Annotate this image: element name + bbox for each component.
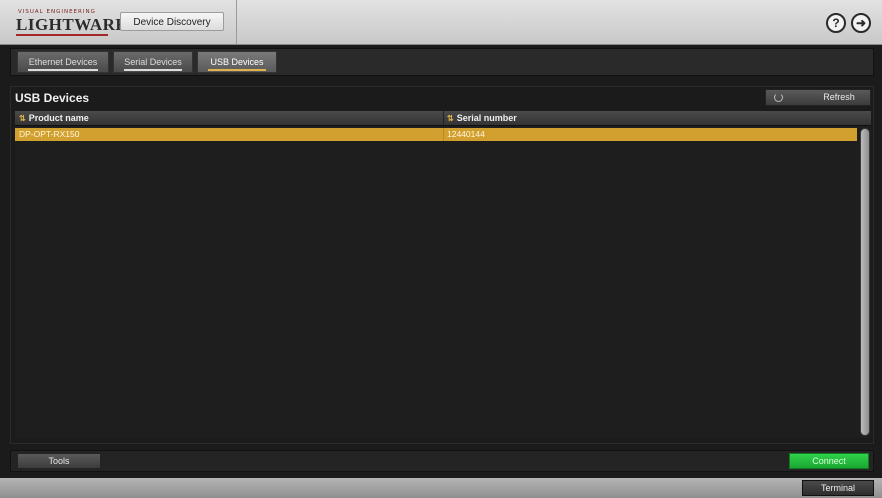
- tab-underline: [124, 69, 182, 71]
- device-type-tabbar: Ethernet Devices Serial Devices USB Devi…: [10, 48, 874, 76]
- sort-icon: ⇅: [19, 114, 26, 123]
- device-discovery-button[interactable]: Device Discovery: [120, 12, 224, 31]
- status-footer: Terminal: [0, 478, 882, 498]
- column-header-serial-number[interactable]: ⇅ Serial number: [447, 111, 517, 125]
- usb-devices-panel: USB Devices Refresh ⇅ Product name ⇅ Seria…: [10, 86, 874, 444]
- exit-arrow-icon[interactable]: ➜: [851, 13, 871, 33]
- column-label: Serial number: [456, 113, 517, 123]
- cell-divider: [443, 128, 444, 141]
- serial-number-cell: 12440144: [447, 129, 485, 139]
- column-label: Product name: [28, 113, 89, 123]
- vertical-scrollbar[interactable]: [860, 128, 870, 436]
- scrollbar-thumb[interactable]: [861, 129, 869, 435]
- tab-label: Ethernet Devices: [28, 57, 98, 67]
- tab-serial-devices[interactable]: Serial Devices: [113, 51, 193, 73]
- logo-text: LIGHTWARE: [16, 15, 128, 34]
- refresh-button[interactable]: Refresh: [765, 89, 871, 106]
- terminal-button[interactable]: Terminal: [802, 480, 874, 496]
- question-circle-icon[interactable]: ?: [826, 13, 846, 33]
- refresh-label: Refresh: [823, 92, 855, 102]
- table-header: ⇅ Product name ⇅ Serial number: [15, 111, 871, 126]
- connect-button[interactable]: Connect: [789, 453, 869, 469]
- device-table-body: DP-OPT-RX150 12440144: [15, 126, 871, 438]
- tab-ethernet-devices[interactable]: Ethernet Devices: [17, 51, 109, 73]
- header-divider: [236, 0, 237, 44]
- product-name-cell: DP-OPT-RX150: [19, 129, 80, 139]
- column-header-product-name[interactable]: ⇅ Product name: [19, 111, 89, 125]
- logo-underline: [16, 34, 108, 36]
- panel-title: USB Devices: [15, 91, 90, 105]
- tab-usb-devices[interactable]: USB Devices: [197, 51, 277, 73]
- refresh-icon: [774, 93, 783, 102]
- sort-icon: ⇅: [447, 114, 454, 123]
- tab-underline: [208, 69, 266, 71]
- app-header: VISUAL ENGINEERING LIGHTWARE Device Disc…: [0, 0, 882, 45]
- tools-button[interactable]: Tools: [17, 453, 101, 469]
- column-divider[interactable]: [443, 111, 444, 125]
- tab-underline: [28, 69, 98, 71]
- tab-label: USB Devices: [210, 57, 264, 67]
- table-row[interactable]: DP-OPT-RX150 12440144: [15, 128, 857, 141]
- action-bar: Tools Connect: [10, 450, 874, 472]
- tab-label: Serial Devices: [124, 57, 182, 67]
- lightware-logo: VISUAL ENGINEERING LIGHTWARE: [16, 9, 127, 37]
